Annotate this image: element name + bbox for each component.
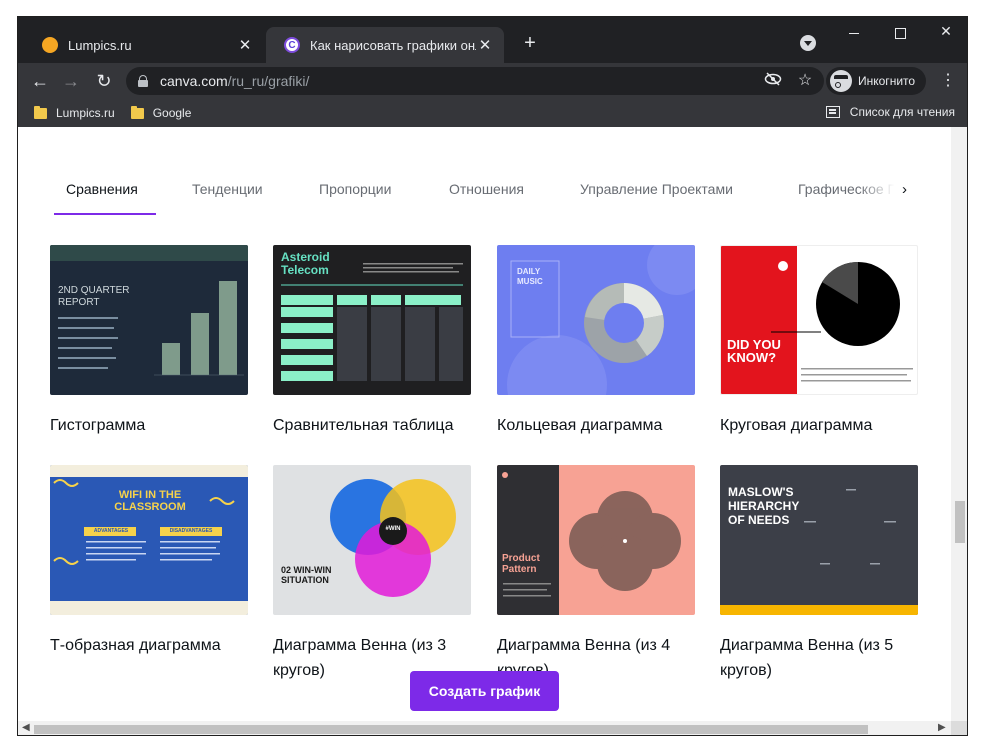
tab-project-management[interactable]: Управление Проектами <box>580 181 733 197</box>
thumb-right-tag: DISADVANTAGES <box>169 528 213 534</box>
bookmark-label: Google <box>152 106 192 120</box>
minimize-button[interactable] <box>840 23 868 43</box>
maximize-button[interactable] <box>886 23 914 43</box>
folder-icon <box>130 105 144 119</box>
close-tab-icon[interactable]: ✕ <box>476 36 494 54</box>
template-label[interactable]: Круговая диаграмма <box>720 413 925 438</box>
tracking-blocked-eye-icon[interactable] <box>764 72 782 90</box>
template-label[interactable]: Кольцевая диаграмма <box>497 413 702 438</box>
bookmark-google[interactable]: Google <box>130 105 192 120</box>
category-tabs: Сравнения Тенденции Пропорции Отношения … <box>18 177 951 217</box>
horizontal-scroll-thumb[interactable] <box>34 725 868 734</box>
thumb-title: MASLOW'S HIERARCHY OF NEEDS <box>728 485 800 527</box>
incognito-label: Инкогнито <box>858 74 916 88</box>
thumb-title: Product Pattern <box>502 553 540 575</box>
template-thumbnail[interactable]: DID YOU KNOW? <box>720 245 918 395</box>
bookmarks-bar: Lumpics.ru Google Список для чтения <box>18 99 967 127</box>
reading-list-icon <box>825 106 840 118</box>
bookmark-star-icon[interactable]: ☆ <box>796 72 814 90</box>
incognito-icon <box>830 70 852 92</box>
menu-kebab-icon[interactable]: ⋮ <box>940 71 956 91</box>
page-content: Сравнения Тенденции Пропорции Отношения … <box>18 127 951 721</box>
template-thumbnail[interactable]: MASLOW'S HIERARCHY OF NEEDS <box>720 465 918 615</box>
tab-title: Lumpics.ru <box>68 37 132 53</box>
create-chart-button[interactable]: Создать график <box>410 671 559 711</box>
tab-trends[interactable]: Тенденции <box>192 181 263 197</box>
scroll-left-arrow-icon[interactable]: ◀ <box>22 722 30 733</box>
tab-comparisons[interactable]: Сравнения <box>66 181 138 197</box>
new-tab-button[interactable]: + <box>518 31 542 55</box>
scroll-right-arrow-icon[interactable]: ▶ <box>938 722 946 733</box>
vertical-scrollbar[interactable] <box>951 127 967 721</box>
forward-arrow-icon[interactable]: → <box>59 69 83 93</box>
bookmark-lumpics[interactable]: Lumpics.ru <box>34 105 115 120</box>
template-label[interactable]: Диаграмма Венна (из 5 кругов) <box>720 633 925 683</box>
close-tab-icon[interactable]: ✕ <box>236 36 254 54</box>
template-thumbnail[interactable]: Product Pattern <box>497 465 695 615</box>
thumb-title: Asteroid Telecom <box>281 250 330 277</box>
canva-favicon-icon: C <box>284 37 300 53</box>
tab-canva[interactable]: C Как нарисовать графики онлай ✕ <box>266 27 504 63</box>
url-host: canva.com <box>160 73 228 89</box>
thumb-title: WIFI IN THE CLASSROOM <box>114 489 186 513</box>
tab-strip: Lumpics.ru ✕ C Как нарисовать графики он… <box>18 17 967 63</box>
thumb-title: DID YOU KNOW? <box>727 337 781 365</box>
thumb-left-tag: ADVANTAGES <box>93 528 129 534</box>
thumb-title: DAILY MUSIC <box>517 267 543 286</box>
reading-list-label: Список для чтения <box>849 105 955 119</box>
bookmark-label: Lumpics.ru <box>56 106 115 120</box>
template-thumbnail[interactable]: #WIN 02 WIN-WIN SITUATION <box>273 465 471 615</box>
lock-icon <box>138 75 148 87</box>
window-close-button[interactable]: ✕ <box>932 23 960 43</box>
tab-search-icon[interactable] <box>800 35 816 51</box>
tab-proportions[interactable]: Пропорции <box>319 181 391 197</box>
vertical-scroll-thumb[interactable] <box>955 501 965 543</box>
tab-relations[interactable]: Отношения <box>449 181 524 197</box>
template-label[interactable]: Т-образная диаграмма <box>50 633 255 658</box>
template-thumbnail[interactable]: 2ND QUARTER REPORT <box>50 245 248 395</box>
reload-icon[interactable]: ↻ <box>92 69 116 93</box>
tab-title: Как нарисовать графики онлай <box>310 37 476 53</box>
template-thumbnail[interactable]: Asteroid Telecom <box>273 245 471 395</box>
url-path: /ru_ru/grafiki/ <box>227 73 310 89</box>
lumpics-favicon-icon <box>42 37 58 53</box>
template-thumbnail[interactable]: WIFI IN THE CLASSROOM ADVANTAGES DISADVA… <box>50 465 248 615</box>
folder-icon <box>34 105 47 119</box>
thumb-center-label: #WIN <box>385 526 401 532</box>
tab-lumpics[interactable]: Lumpics.ru ✕ <box>24 27 264 63</box>
thumb-title: 02 WIN-WIN SITUATION <box>281 565 332 585</box>
template-label[interactable]: Сравнительная таблица <box>273 413 478 438</box>
template-label[interactable]: Гистограмма <box>50 413 255 438</box>
browser-toolbar: ← → ↻ canva.com/ru_ru/grafiki/ ☆ Инкогни… <box>18 63 967 99</box>
scrollbar-corner <box>951 721 967 735</box>
address-bar[interactable]: canva.com/ru_ru/grafiki/ ☆ <box>126 67 824 95</box>
template-thumbnail[interactable]: DAILY MUSIC <box>497 245 695 395</box>
horizontal-scrollbar[interactable]: ◀ ▶ <box>18 721 951 735</box>
selected-tab-underline <box>54 213 156 215</box>
chevron-right-icon[interactable]: › <box>902 181 907 198</box>
incognito-badge[interactable]: Инкогнито <box>826 67 926 95</box>
browser-window: Lumpics.ru ✕ C Как нарисовать графики он… <box>17 16 968 736</box>
reading-list-button[interactable]: Список для чтения <box>825 105 955 119</box>
thumb-title: 2ND QUARTER REPORT <box>58 285 130 308</box>
back-arrow-icon[interactable]: ← <box>28 69 52 93</box>
